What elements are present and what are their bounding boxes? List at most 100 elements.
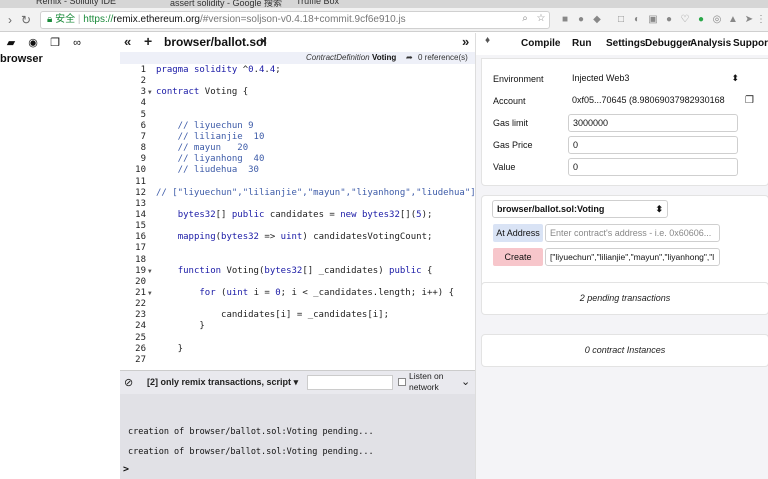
- select-arrows-icon: ⬍: [731, 73, 739, 83]
- browser-tab-google[interactable]: assert solidity - Google 搜索: [170, 0, 282, 8]
- extension-icon[interactable]: ◐: [632, 14, 642, 25]
- code-line[interactable]: 8 // mayun 20: [120, 143, 475, 154]
- tab-support[interactable]: Support: [733, 38, 768, 49]
- fold-toggle-icon[interactable]: ▼: [148, 266, 152, 277]
- line-number: 14: [135, 209, 146, 220]
- extension-icon[interactable]: □: [616, 14, 626, 25]
- value-label: Value: [493, 162, 516, 172]
- code-text: for (uint i = 0; i < _candidates.length;…: [199, 288, 455, 298]
- environment-select[interactable]: Injected Web3 ⬍: [568, 70, 743, 88]
- copy-icon[interactable]: ❐: [745, 95, 754, 106]
- code-line[interactable]: 21 ▼ for (uint i = 0; i < _candidates.len…: [120, 288, 475, 299]
- double-chevron-left-icon[interactable]: «: [124, 34, 131, 49]
- value-input[interactable]: 0: [568, 158, 738, 176]
- context-name[interactable]: Voting: [372, 52, 396, 64]
- code-line[interactable]: 20: [120, 277, 475, 288]
- code-line[interactable]: 11: [120, 177, 475, 188]
- listen-network-checkbox[interactable]: [398, 378, 406, 386]
- pending-transactions: 2 pending transactions: [481, 282, 768, 315]
- code-line[interactable]: 4: [120, 98, 475, 109]
- code-line[interactable]: 24 }: [120, 321, 475, 332]
- tab-compile[interactable]: Compile: [521, 38, 560, 49]
- link-icon[interactable]: ∞: [70, 36, 84, 50]
- extension-icon[interactable]: ▣: [648, 14, 658, 25]
- code-line[interactable]: 12 // ["liyuechun","lilianjie","mayun","l…: [120, 188, 475, 199]
- double-chevron-right-icon[interactable]: »: [462, 34, 469, 49]
- wechat-icon[interactable]: ●: [696, 14, 706, 25]
- contract-select[interactable]: browser/ballot.sol:Voting ⬍: [492, 200, 668, 218]
- code-line[interactable]: 2: [120, 76, 475, 87]
- constructor-args-input[interactable]: ["liyuechun","lilianjie","mayun","liyanh…: [545, 248, 720, 266]
- code-line[interactable]: 13: [120, 199, 475, 210]
- at-address-button[interactable]: At Address: [493, 224, 543, 242]
- tab-settings[interactable]: Settings: [606, 38, 645, 49]
- folder-icon[interactable]: ▰: [4, 36, 18, 50]
- file-tree-root[interactable]: browser: [0, 53, 43, 65]
- terminal-prompt[interactable]: >: [123, 464, 129, 475]
- tab-ballot-sol[interactable]: browser/ballot.sol: [164, 35, 267, 49]
- references-count: 0 reference(s): [418, 53, 468, 62]
- gas-limit-input[interactable]: 3000000: [568, 114, 738, 132]
- gas-price-input[interactable]: 0: [568, 136, 738, 154]
- extension-icon[interactable]: ●: [664, 14, 674, 25]
- code-line[interactable]: 22: [120, 299, 475, 310]
- code-line[interactable]: 25: [120, 333, 475, 344]
- account-select[interactable]: 0xf05...70645 (8.98069037982930168: [568, 92, 743, 110]
- bookmark-star-icon[interactable]: ☆: [536, 13, 546, 24]
- code-line[interactable]: 27: [120, 355, 475, 366]
- code-text: // liudehua 30: [156, 165, 259, 176]
- code-text: contract Voting {: [156, 87, 249, 98]
- code-text: function Voting(bytes32[] _candidates) p…: [177, 265, 433, 276]
- url-input[interactable]: 🔒︎ 安全 | https://remix.ethereum.org/#vers…: [40, 11, 550, 29]
- code-line[interactable]: 16 mapping(bytes32 => uint) candidatesVo…: [120, 232, 475, 243]
- code-line[interactable]: 6 // liyuechun 9: [120, 121, 475, 132]
- terminal-search-input[interactable]: [307, 375, 393, 390]
- extension-icon[interactable]: ●: [576, 14, 586, 25]
- reload-icon[interactable]: ↻: [18, 12, 34, 28]
- forward-icon[interactable]: ›: [2, 12, 18, 28]
- extension-icon[interactable]: ■: [560, 14, 570, 25]
- code-line[interactable]: 18: [120, 255, 475, 266]
- tab-analysis[interactable]: Analysis: [690, 38, 731, 49]
- extension-icon[interactable]: ♡: [680, 14, 690, 25]
- github-icon[interactable]: ◉: [26, 36, 40, 50]
- fold-toggle-icon[interactable]: ▼: [148, 87, 152, 98]
- editor-tab-bar: « + browser/ballot.sol × »: [120, 33, 475, 53]
- tab-debugger[interactable]: Debugger: [645, 38, 692, 49]
- code-line[interactable]: 10 // liudehua 30: [120, 165, 475, 176]
- menu-icon[interactable]: ⋮: [756, 14, 766, 25]
- close-icon[interactable]: ×: [260, 34, 267, 48]
- chevron-down-icon[interactable]: ⌄: [461, 375, 470, 388]
- copy-icon[interactable]: ❐: [48, 36, 62, 50]
- code-line[interactable]: 9 // liyanhong 40: [120, 154, 475, 165]
- extension-icon[interactable]: ➤: [744, 14, 754, 25]
- code-line[interactable]: 5: [120, 110, 475, 121]
- code-line[interactable]: 7 // lilianjie 10: [120, 132, 475, 143]
- code-line[interactable]: 19 ▼ function Voting(bytes32[] _candidate…: [120, 266, 475, 277]
- plus-icon[interactable]: +: [144, 33, 152, 49]
- code-line[interactable]: 26 }: [120, 344, 475, 355]
- extension-icon[interactable]: ▲: [728, 14, 738, 25]
- zoom-icon[interactable]: ⌕: [520, 13, 530, 24]
- terminal-filter-select[interactable]: [2] only remix transactions, script ▾: [147, 377, 298, 388]
- listen-network-label: Listen on network: [409, 371, 444, 392]
- code-line[interactable]: 3 ▼ contract Voting {: [120, 87, 475, 98]
- browser-tab-truffle[interactable]: Truffle Box: [296, 0, 339, 8]
- code-line[interactable]: 17: [120, 243, 475, 254]
- code-editor[interactable]: 1 pragma solidity ^0.4.4; 2 3 ▼ contract Voti…: [120, 64, 475, 370]
- line-number: 24: [135, 321, 146, 332]
- at-address-input[interactable]: Enter contract's address - i.e. 0x60606.…: [545, 224, 720, 242]
- line-number: 13: [135, 198, 146, 209]
- clear-icon[interactable]: ⊘: [124, 376, 133, 389]
- code-line[interactable]: 14 bytes32[] public candidates = new byt…: [120, 210, 475, 221]
- line-number: 27: [135, 354, 146, 365]
- code-line[interactable]: 23 candidates[i] = _candidates[i];: [120, 310, 475, 321]
- code-line[interactable]: 1 pragma solidity ^0.4.4;: [120, 65, 475, 76]
- extension-icon[interactable]: ◎: [712, 14, 722, 25]
- code-line[interactable]: 15: [120, 221, 475, 232]
- browser-tab-remix[interactable]: Remix - Solidity IDE: [36, 0, 116, 8]
- tab-run[interactable]: Run: [572, 38, 591, 49]
- create-button[interactable]: Create: [493, 248, 543, 266]
- fold-toggle-icon[interactable]: ▼: [148, 288, 152, 299]
- extension-icon[interactable]: ◆: [592, 14, 602, 25]
